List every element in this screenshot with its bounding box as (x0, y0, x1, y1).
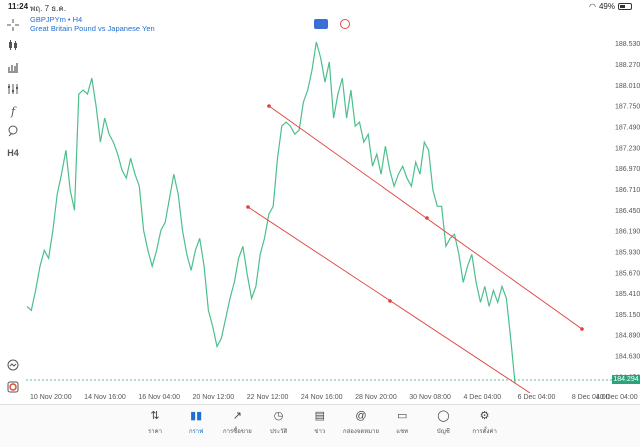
nav-label: การตั้งค่า (472, 429, 497, 435)
price-tick-label: 187.750 (615, 104, 640, 111)
price-tick-label: 186.450 (615, 208, 640, 215)
price-tick-label: 187.490 (615, 124, 640, 131)
time-tick-label: 4 Dec 04:00 (463, 394, 501, 401)
time-tick-label: 28 Nov 20:00 (355, 394, 397, 401)
nav-item-history[interactable]: ◷ ประวัติ (257, 409, 301, 436)
price-tick-label: 185.930 (615, 249, 640, 256)
nav-label: กล่องจดหมาย (342, 429, 380, 435)
time-tick-label: 20 Nov 12:00 (193, 394, 235, 401)
chart-icon: ▮▮ (190, 410, 203, 422)
nav-label: แชท (396, 429, 409, 435)
time-tick-label: 6 Dec 04:00 (518, 394, 556, 401)
time-tick-label: 14 Nov 16:00 (84, 394, 126, 401)
trade-icon: ↗ (232, 410, 242, 422)
nav-label: บัญชี (436, 429, 450, 435)
price-tick-label: 188.010 (615, 83, 640, 90)
price-tick-label: 187.230 (615, 145, 640, 152)
price-tick-label: 185.670 (615, 270, 640, 277)
time-tick-label: 10 Dec 04:00 (596, 394, 638, 401)
chat-icon: ▭ (396, 410, 408, 422)
nav-item-mailbox[interactable]: @ กล่องจดหมาย (339, 409, 383, 436)
current-price-label: 184.294 (612, 375, 640, 384)
nav-item-account[interactable]: ◯ บัญชี (421, 409, 465, 436)
time-tick-label: 30 Nov 08:00 (409, 394, 451, 401)
price-tick-label: 186.190 (615, 229, 640, 236)
settings-icon: ⚙ (479, 410, 490, 422)
nav-item-quotes[interactable]: ⇅ ราคา (133, 409, 177, 436)
history-icon: ◷ (273, 410, 284, 422)
price-chart[interactable]: 188.530 188.270 188.010 187.750 187.490 187.2… (0, 0, 640, 404)
nav-label: ประวัติ (269, 429, 288, 435)
nav-item-trade[interactable]: ↗ การซื้อขาย (215, 409, 259, 436)
price-tick-label: 185.410 (615, 291, 640, 298)
time-tick-label: 10 Nov 20:00 (30, 394, 72, 401)
price-tick-label: 188.530 (615, 41, 640, 48)
news-icon: ▤ (314, 410, 325, 422)
nav-item-chat[interactable]: ▭ แชท (380, 409, 424, 436)
trend-line-anchor[interactable] (388, 299, 392, 303)
price-tick-label: 185.150 (615, 312, 640, 319)
nav-item-news[interactable]: ▤ ข่าว (298, 409, 342, 436)
time-tick-label: 16 Nov 04:00 (138, 394, 180, 401)
nav-label: การซื้อขาย (222, 429, 252, 435)
time-tick-label: 22 Nov 12:00 (247, 394, 289, 401)
price-tick-label: 184.890 (615, 333, 640, 340)
price-tick-label: 188.270 (615, 62, 640, 69)
bottom-navigation: ⇅ ราคา ▮▮ กราฟ ↗ การซื้อขาย ◷ ประวัติ ▤ ข่าว @ กล่อ… (0, 404, 640, 447)
nav-label: ข่าว (314, 429, 326, 435)
nav-item-chart[interactable]: ▮▮ กราฟ (174, 409, 218, 436)
trend-line-anchor[interactable] (246, 205, 250, 209)
quotes-icon: ⇅ (150, 410, 160, 422)
price-line (26, 41, 516, 384)
price-tick-label: 184.630 (615, 354, 640, 361)
trend-line-anchor[interactable] (267, 104, 271, 108)
nav-label: กราฟ (188, 429, 204, 435)
nav-label: ราคา (148, 429, 162, 435)
mailbox-icon: @ (355, 410, 367, 422)
nav-item-settings[interactable]: ⚙ การตั้งค่า (463, 409, 507, 436)
account-icon: ◯ (437, 410, 450, 422)
time-tick-label: 24 Nov 16:00 (301, 394, 343, 401)
trend-line-anchor[interactable] (580, 327, 584, 331)
price-tick-label: 186.710 (615, 187, 640, 194)
trend-line-anchor[interactable] (425, 216, 429, 220)
price-tick-label: 186.970 (615, 166, 640, 173)
